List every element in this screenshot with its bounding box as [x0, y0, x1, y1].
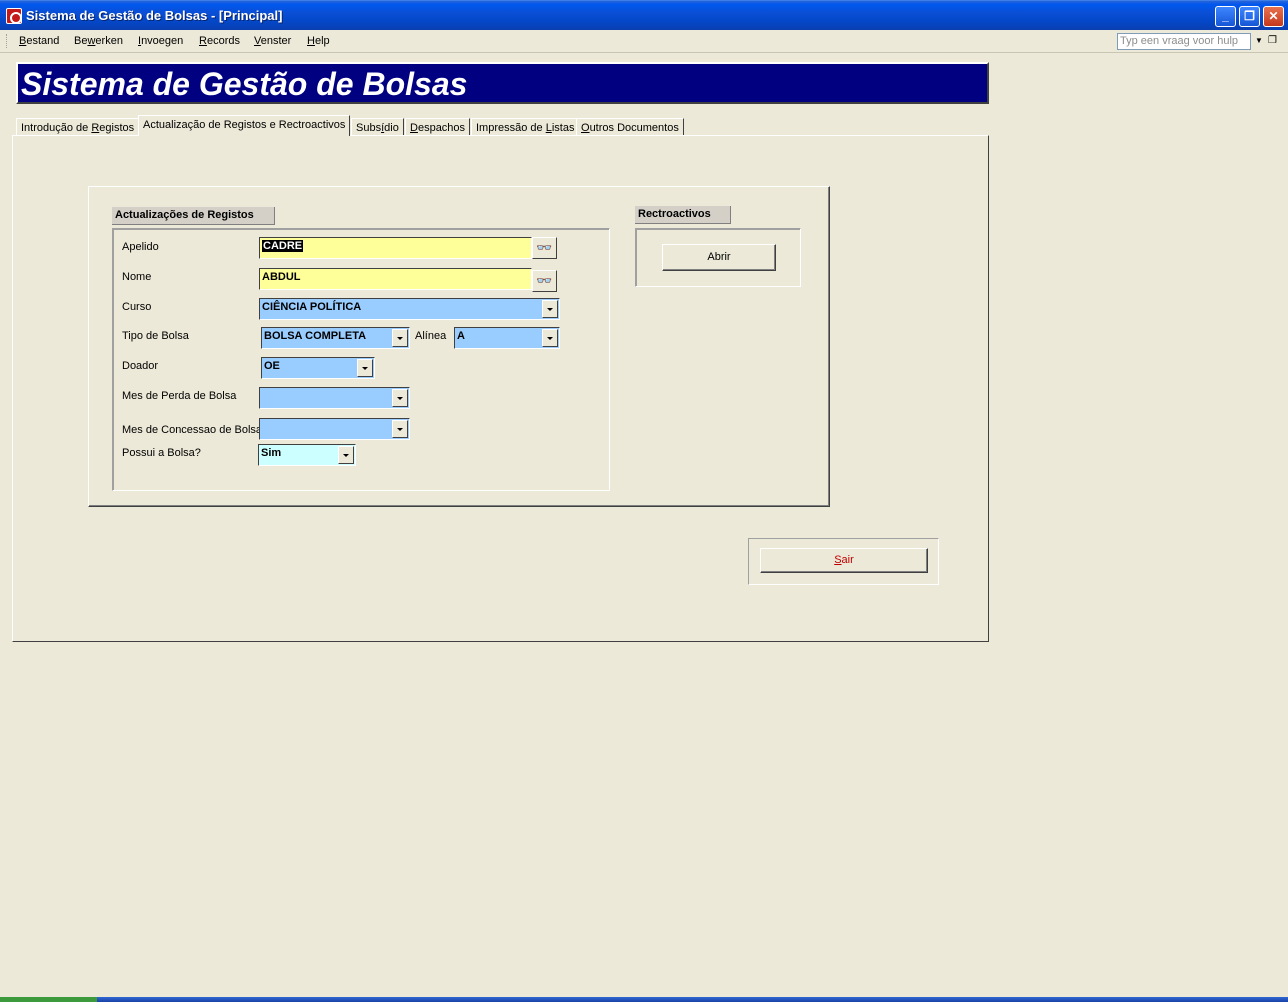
curso-label: Curso — [122, 301, 152, 313]
menu-help[interactable]: Help — [307, 35, 330, 47]
help-dropdown-arrow-icon[interactable]: ▼ — [1255, 36, 1263, 45]
apelido-search-binoculars-icon[interactable]: 👓 — [532, 237, 557, 259]
curso-select[interactable]: CIÊNCIA POLÍTICA — [259, 298, 560, 320]
help-search-input[interactable]: Typ een vraag voor hulp — [1117, 33, 1251, 50]
alinea-dropdown-arrow-icon[interactable] — [542, 329, 558, 347]
tipo-bolsa-select[interactable]: BOLSA COMPLETA — [261, 327, 410, 349]
possui-bolsa-dropdown-arrow-icon[interactable] — [338, 446, 354, 464]
menu-records[interactable]: Records — [199, 35, 240, 47]
window-title-bar[interactable]: Sistema de Gestão de Bolsas - [Principal… — [0, 0, 1288, 30]
tab-actualizacao-registos[interactable]: Actualização de Registos e Rectroactivos — [138, 115, 351, 136]
rectroactivos-section-title: Rectroactivos — [635, 206, 731, 224]
taskbar — [0, 997, 1288, 1002]
start-button[interactable] — [0, 997, 97, 1002]
perda-bolsa-dropdown-arrow-icon[interactable] — [392, 389, 408, 407]
app-banner: Sistema de Gestão de Bolsas — [16, 62, 989, 104]
sair-button[interactable]: Sair — [760, 548, 928, 573]
nome-label: Nome — [122, 271, 152, 283]
apelido-field[interactable]: CADRE — [259, 237, 532, 259]
window-title: Sistema de Gestão de Bolsas - [Principal… — [26, 8, 283, 23]
tipo-bolsa-dropdown-arrow-icon[interactable] — [392, 329, 408, 347]
menu-invoegen[interactable]: Invoegen — [138, 35, 183, 47]
tab-despachos[interactable]: Despachos — [405, 118, 471, 136]
menu-bar: Bestand Bewerken Invoegen Records Venste… — [0, 30, 1288, 53]
alinea-label: Alínea — [415, 330, 447, 342]
curso-dropdown-arrow-icon[interactable] — [542, 300, 558, 318]
mdi-restore-icon[interactable]: ❐ — [1268, 35, 1277, 46]
abrir-button[interactable]: Abrir — [662, 244, 776, 271]
app-icon[interactable] — [6, 8, 22, 24]
registos-section-title: Actualizações de Registos — [112, 207, 275, 225]
tab-outros-documentos[interactable]: Outros Documentos — [576, 118, 684, 136]
tipo-bolsa-label: Tipo de Bolsa — [122, 330, 189, 342]
banner-title: Sistema de Gestão de Bolsas — [21, 66, 468, 102]
doador-dropdown-arrow-icon[interactable] — [357, 359, 373, 377]
nome-search-binoculars-icon[interactable]: 👓 — [532, 270, 557, 292]
minimize-button[interactable]: _ — [1215, 6, 1236, 27]
doador-label: Doador — [122, 360, 159, 372]
nome-field[interactable]: ABDUL — [259, 268, 532, 290]
concessao-bolsa-label: Mes de Concessao de Bolsa — [122, 424, 263, 436]
tab-impressao-listas[interactable]: Impressão de Listas — [471, 118, 580, 136]
concessao-bolsa-dropdown-arrow-icon[interactable] — [392, 420, 408, 438]
apelido-label: Apelido — [122, 241, 159, 253]
menu-bewerken[interactable]: Bewerken — [74, 35, 123, 47]
concessao-bolsa-select[interactable] — [259, 418, 410, 440]
toolbar-grip[interactable] — [6, 34, 9, 48]
menu-venster[interactable]: Venster — [254, 35, 291, 47]
tab-subsidio[interactable]: Subsídio — [351, 118, 404, 136]
perda-bolsa-label: Mes de Perda de Bolsa — [122, 390, 237, 402]
perda-bolsa-select[interactable] — [259, 387, 410, 409]
tab-introducao-registos[interactable]: Introdução de Registos — [16, 118, 140, 136]
restore-button[interactable]: ❐ — [1239, 6, 1260, 27]
possui-bolsa-label: Possui a Bolsa? — [122, 447, 201, 459]
close-button[interactable]: ✕ — [1263, 6, 1284, 27]
menu-bestand[interactable]: Bestand — [19, 35, 59, 47]
